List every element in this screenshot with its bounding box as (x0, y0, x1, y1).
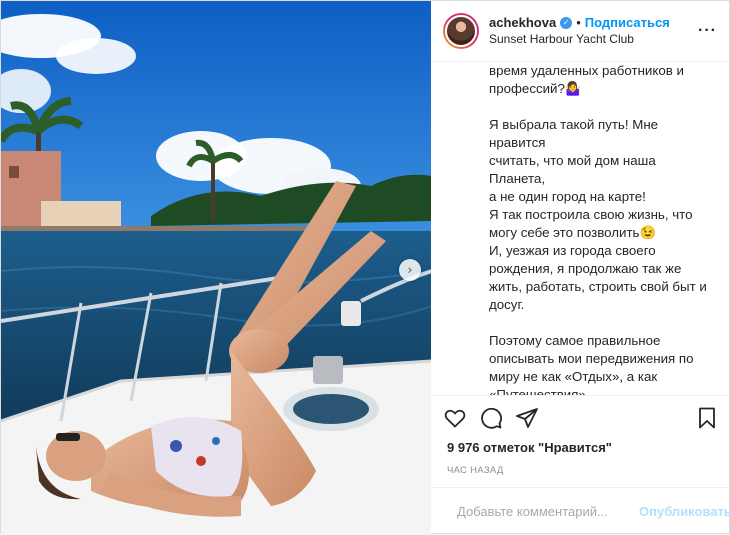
caption-paragraph: Я выбрала такой путь! Мне нравится счита… (489, 117, 707, 312)
photo-illustration (1, 1, 431, 535)
more-options-icon[interactable]: ··· (698, 22, 717, 40)
separator-dot: • (576, 15, 581, 30)
post-timestamp[interactable]: час назад (431, 461, 729, 487)
bookmark-icon (699, 407, 715, 428)
avatar[interactable] (443, 13, 479, 49)
comment-icon (481, 407, 502, 429)
follow-button[interactable]: Подписаться (585, 14, 670, 31)
instagram-post: › achekhova ✓ • Подписаться Sunset Harbo… (0, 0, 730, 535)
caption-text: время удаленных работников и профессий?🤷… (431, 62, 729, 395)
publish-button[interactable]: Опубликовать (639, 504, 730, 519)
location-link[interactable]: Sunset Harbour Yacht Club (489, 31, 698, 48)
chevron-right-icon: › (407, 262, 413, 278)
share-button[interactable] (515, 406, 539, 430)
next-photo-button[interactable]: › (399, 259, 421, 281)
comment-input[interactable] (457, 504, 633, 519)
comment-form: Опубликовать (431, 487, 730, 535)
verified-badge-icon: ✓ (560, 16, 573, 29)
username-link[interactable]: achekhova (489, 14, 556, 31)
likes-count[interactable]: 9 976 отметок "Нравится" (431, 439, 729, 461)
save-button[interactable] (695, 406, 719, 430)
caption-paragraph: Поэтому самое правильное описывать мои п… (489, 333, 694, 395)
paper-plane-icon (516, 407, 538, 428)
post-photo[interactable]: › (1, 1, 431, 535)
header-text: achekhova ✓ • Подписаться Sunset Harbour… (489, 14, 698, 48)
action-bar (431, 395, 729, 439)
user-line: achekhova ✓ • Подписаться (489, 14, 698, 31)
avatar-image (445, 15, 477, 47)
like-button[interactable] (443, 406, 467, 430)
post-sidebar: achekhova ✓ • Подписаться Sunset Harbour… (431, 1, 730, 535)
post-header: achekhova ✓ • Подписаться Sunset Harbour… (431, 1, 729, 62)
heart-icon (444, 409, 466, 428)
comment-button[interactable] (479, 406, 503, 430)
caption-paragraph: время удаленных работников и профессий?🤷… (489, 63, 684, 96)
